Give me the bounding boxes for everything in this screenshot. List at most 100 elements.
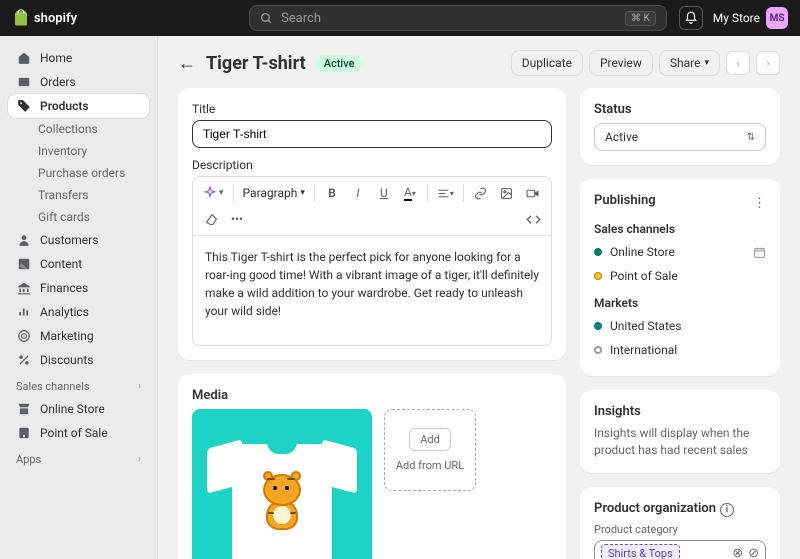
sidebar-channel-pos[interactable]: Point of Sale	[8, 421, 149, 445]
add-media-button[interactable]: Add	[409, 428, 451, 451]
calendar-icon[interactable]	[753, 246, 766, 259]
sidebar-sub-collections[interactable]: Collections	[8, 118, 149, 140]
category-chip[interactable]: Shirts & Tops	[601, 544, 680, 559]
sidebar-item-label: Products	[40, 99, 89, 113]
sidebar-item-content[interactable]: Content	[8, 252, 149, 276]
eraser-icon	[205, 213, 218, 226]
media-card: Media	[178, 374, 566, 559]
sidebar-item-products[interactable]: Products	[8, 94, 149, 118]
media-thumbnail[interactable]	[192, 409, 372, 559]
sidebar-item-label: Marketing	[40, 329, 94, 343]
italic-button[interactable]: I	[346, 181, 370, 205]
block-style-select[interactable]: Paragraph ▾	[239, 184, 309, 202]
sidebar-item-label: Point of Sale	[40, 426, 108, 440]
sidebar-item-label: Customers	[40, 233, 98, 247]
media-upload-zone[interactable]: Add Add from URL	[384, 409, 476, 491]
clear-category-button[interactable]: ⊗	[732, 546, 743, 559]
sidebar-item-discounts[interactable]: Discounts	[8, 348, 149, 372]
brand-text: shopify	[34, 11, 77, 26]
market-international: International	[594, 338, 766, 362]
duplicate-button[interactable]: Duplicate	[511, 50, 583, 76]
confirm-category-button[interactable]: ⊘	[748, 546, 759, 559]
category-input[interactable]: Shirts & Tops ⊗ ⊘	[594, 540, 766, 559]
status-select[interactable]: Active ⇅	[594, 123, 766, 151]
search-icon	[260, 12, 273, 25]
market-us: United States	[594, 314, 766, 338]
store-name: My Store	[713, 11, 760, 25]
percent-icon	[16, 353, 32, 367]
sidebar-sub-purchase-orders[interactable]: Purchase orders	[8, 162, 149, 184]
home-icon	[16, 51, 32, 65]
prev-product-button[interactable]: ‹	[726, 51, 750, 75]
channel-online-store: Online Store	[594, 240, 766, 264]
align-button[interactable]: ▾	[433, 181, 458, 205]
sidebar-item-label: Content	[40, 257, 82, 271]
add-from-url-link[interactable]: Add from URL	[396, 459, 464, 472]
sidebar-sub-inventory[interactable]: Inventory	[8, 140, 149, 162]
underline-button[interactable]: U	[372, 181, 396, 205]
page-title: Tiger T-shirt	[206, 53, 306, 74]
bold-button[interactable]: B	[320, 181, 344, 205]
sidebar-item-label: Discounts	[40, 353, 93, 367]
bank-icon	[16, 281, 32, 295]
notifications-button[interactable]	[679, 6, 703, 30]
link-button[interactable]	[469, 181, 493, 205]
text-color-button[interactable]: A ▾	[398, 181, 422, 205]
sidebar-item-marketing[interactable]: Marketing	[8, 324, 149, 348]
shopify-logo[interactable]: shopify	[12, 9, 77, 27]
align-icon	[437, 187, 450, 200]
more-formatting-button[interactable]: •••	[225, 207, 249, 231]
ai-suggest-button[interactable]: ▾	[199, 181, 228, 205]
sidebar-sub-gift-cards[interactable]: Gift cards	[8, 206, 149, 228]
status-value: Active	[605, 130, 638, 144]
org-heading: Product organizationi	[594, 501, 766, 517]
image-icon	[16, 257, 32, 271]
sales-channels-heading[interactable]: Sales channels›	[8, 372, 149, 397]
status-badge: Active	[316, 55, 363, 72]
back-button[interactable]: ←	[178, 53, 196, 74]
share-button[interactable]: Share ▾	[659, 50, 720, 76]
code-view-button[interactable]	[521, 207, 545, 231]
search-input[interactable]: Search ⌘ K	[249, 5, 667, 31]
select-handle-icon: ⇅	[747, 132, 755, 143]
person-icon	[16, 233, 32, 247]
chevron-down-icon: ▾	[704, 58, 709, 68]
info-icon[interactable]: i	[720, 503, 734, 517]
sidebar-item-home[interactable]: Home	[8, 46, 149, 70]
markets-label: Markets	[594, 296, 766, 310]
topbar: shopify Search ⌘ K My Store MS	[0, 0, 800, 36]
title-input[interactable]	[192, 120, 552, 148]
sidebar-sub-transfers[interactable]: Transfers	[8, 184, 149, 206]
code-icon	[526, 212, 541, 227]
sidebar-item-orders[interactable]: Orders	[8, 70, 149, 94]
avatar: MS	[766, 7, 788, 29]
insights-text: Insights will display when the product h…	[594, 425, 766, 459]
sidebar-item-label: Finances	[40, 281, 88, 295]
chevron-right-icon: ›	[138, 381, 141, 392]
publishing-card: Publishing ⋮ Sales channels Online Store…	[580, 179, 780, 376]
rte-toolbar: ▾ Paragraph ▾ B I U A ▾ ▾	[192, 176, 552, 236]
sidebar-channel-online-store[interactable]: Online Store	[8, 397, 149, 421]
image-button[interactable]	[495, 181, 519, 205]
category-label: Product category	[594, 523, 766, 536]
channel-pos: Point of Sale	[594, 264, 766, 288]
organization-card: Product organizationi Product category S…	[580, 487, 780, 559]
video-button[interactable]	[521, 181, 545, 205]
tag-icon	[16, 99, 32, 113]
pos-icon	[16, 426, 32, 440]
link-icon	[474, 187, 487, 200]
next-product-button[interactable]: ›	[756, 51, 780, 75]
store-menu-button[interactable]: My Store MS	[713, 7, 788, 29]
sidebar-item-customers[interactable]: Customers	[8, 228, 149, 252]
sidebar-item-finances[interactable]: Finances	[8, 276, 149, 300]
sidebar-item-analytics[interactable]: Analytics	[8, 300, 149, 324]
description-editor[interactable]: This Tiger T-shirt is the perfect pick f…	[192, 236, 552, 346]
publishing-more-button[interactable]: ⋮	[753, 196, 766, 211]
apps-heading[interactable]: Apps›	[8, 445, 149, 470]
channels-label: Sales channels	[594, 222, 766, 236]
publishing-heading: Publishing	[594, 193, 656, 208]
insights-heading: Insights	[594, 404, 766, 419]
preview-button[interactable]: Preview	[589, 50, 653, 76]
clear-format-button[interactable]	[199, 207, 223, 231]
insights-card: Insights Insights will display when the …	[580, 390, 780, 473]
